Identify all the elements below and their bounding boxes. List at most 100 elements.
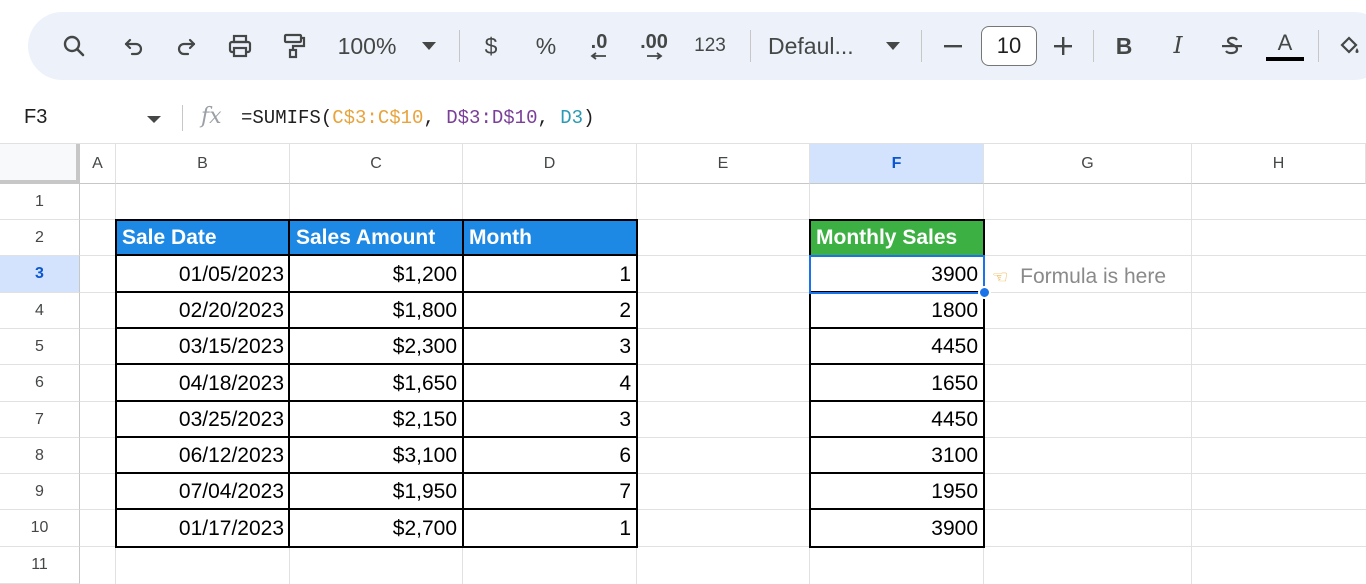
cell-monthly-sales[interactable]: 1800 [810, 293, 984, 329]
cell-sales-amount[interactable]: $1,200 [290, 256, 463, 293]
formula-separator: , [537, 107, 561, 129]
cell-monthly-sales[interactable]: 3100 [810, 438, 984, 474]
row-header[interactable]: 8 [0, 438, 80, 474]
cell-sales-amount[interactable]: $1,950 [290, 474, 463, 510]
formula-arg-criterion: D3 [560, 107, 584, 129]
cell-month[interactable]: 4 [463, 365, 637, 402]
font-size-input[interactable]: 10 [981, 26, 1037, 66]
header-sales-amount[interactable]: Sales Amount [290, 220, 463, 256]
select-all-corner[interactable] [0, 144, 80, 184]
cell-sales-amount[interactable]: $1,650 [290, 365, 463, 402]
row-header[interactable]: 7 [0, 402, 80, 438]
search-icon[interactable] [56, 12, 92, 80]
formula-input[interactable]: =SUMIFS(C$3:C$10, D$3:D$10, D3) [241, 107, 595, 129]
zoom-select[interactable]: 100% [332, 12, 402, 80]
currency-label: $ [484, 32, 498, 59]
table-divider [115, 400, 638, 402]
cell-month[interactable]: 1 [463, 510, 637, 547]
percent-button[interactable]: % [532, 12, 560, 80]
cell-sale-date[interactable]: 01/17/2023 [116, 510, 290, 547]
column-header-c[interactable]: C [290, 144, 463, 184]
column-header-a[interactable]: A [80, 144, 116, 184]
name-box[interactable]: F3 [24, 106, 47, 129]
font-select[interactable]: Defaul... [768, 12, 864, 80]
italic-button[interactable]: I [1164, 12, 1192, 80]
cell-monthly-sales[interactable]: 3900 [810, 510, 984, 547]
row-header[interactable]: 6 [0, 365, 80, 402]
column-header-f[interactable]: F [810, 144, 984, 184]
text-color-button[interactable]: A [1266, 12, 1304, 80]
cell-sale-date[interactable]: 02/20/2023 [116, 293, 290, 329]
table-divider [809, 363, 985, 365]
decrease-decimal-button[interactable]: .0 [582, 12, 616, 80]
fill-color-icon[interactable] [1334, 12, 1364, 80]
cell-monthly-sales[interactable]: 4450 [810, 329, 984, 365]
cell-sale-date[interactable]: 03/25/2023 [116, 402, 290, 438]
formula-separator: , [423, 107, 447, 129]
number-format-button[interactable]: 123 [690, 12, 730, 80]
row-header[interactable]: 2 [0, 220, 80, 256]
column-header-b[interactable]: B [116, 144, 290, 184]
cell-sales-amount[interactable]: $2,300 [290, 329, 463, 365]
chevron-down-icon[interactable] [418, 12, 440, 80]
table-divider [115, 508, 638, 510]
arrow-right-icon [647, 52, 663, 60]
row-header[interactable]: 11 [0, 547, 80, 584]
undo-icon[interactable] [116, 12, 152, 80]
cell-month[interactable]: 1 [463, 256, 637, 293]
plus-icon[interactable] [1048, 12, 1078, 80]
row-header[interactable]: 5 [0, 329, 80, 365]
cell-monthly-sales[interactable]: 1950 [810, 474, 984, 510]
fill-handle[interactable] [978, 286, 991, 299]
minus-icon[interactable] [938, 12, 968, 80]
cell-sale-date[interactable]: 03/15/2023 [116, 329, 290, 365]
chevron-down-icon[interactable] [882, 12, 904, 80]
paint-format-icon[interactable] [276, 12, 312, 80]
bold-label: B [1115, 32, 1133, 59]
cell-monthly-sales[interactable]: 1650 [810, 365, 984, 402]
cell-sale-date[interactable]: 07/04/2023 [116, 474, 290, 510]
table-divider [809, 291, 985, 293]
row-header[interactable]: 9 [0, 474, 80, 510]
table-divider [809, 327, 985, 329]
chevron-down-icon[interactable] [147, 116, 161, 123]
redo-icon[interactable] [168, 12, 204, 80]
header-sale-date[interactable]: Sale Date [116, 220, 290, 256]
cell-month[interactable]: 2 [463, 293, 637, 329]
column-header-d[interactable]: D [463, 144, 637, 184]
cell-month[interactable]: 7 [463, 474, 637, 510]
table-divider [115, 291, 638, 293]
cell-month[interactable]: 3 [463, 402, 637, 438]
cell-sale-date[interactable]: 04/18/2023 [116, 365, 290, 402]
row-header[interactable]: 10 [0, 510, 80, 547]
cell-sales-amount[interactable]: $2,150 [290, 402, 463, 438]
cell-sales-amount[interactable]: $3,100 [290, 438, 463, 474]
column-header-h[interactable]: H [1192, 144, 1366, 184]
row-header[interactable]: 3 [0, 256, 80, 293]
row-header[interactable]: 1 [0, 184, 80, 220]
strikethrough-icon[interactable] [1216, 12, 1248, 80]
spreadsheet-grid: A B C D E F G H 1 2 3 4 5 6 7 8 9 10 11 … [0, 144, 1366, 584]
note-text: Formula is here [1020, 265, 1167, 288]
table-divider [809, 400, 985, 402]
header-monthly-sales[interactable]: Monthly Sales [810, 220, 984, 256]
bold-button[interactable]: B [1110, 12, 1138, 80]
cell-month[interactable]: 3 [463, 329, 637, 365]
increase-decimal-label: .00 [640, 31, 668, 53]
column-header-g[interactable]: G [984, 144, 1192, 184]
row-header[interactable]: 4 [0, 293, 80, 329]
currency-button[interactable]: $ [478, 12, 504, 80]
column-header-e[interactable]: E [637, 144, 810, 184]
print-icon[interactable] [222, 12, 258, 80]
cell-sales-amount[interactable]: $1,800 [290, 293, 463, 329]
increase-decimal-button[interactable]: .00 [634, 12, 674, 80]
cell-monthly-sales[interactable]: 4450 [810, 402, 984, 438]
cell-sale-date[interactable]: 06/12/2023 [116, 438, 290, 474]
header-month[interactable]: Month [463, 220, 637, 256]
table-divider [115, 472, 638, 474]
cell-monthly-sales[interactable]: 3900 [810, 256, 984, 293]
table-divider [288, 219, 290, 548]
cell-sales-amount[interactable]: $2,700 [290, 510, 463, 547]
cell-sale-date[interactable]: 01/05/2023 [116, 256, 290, 293]
cell-month[interactable]: 6 [463, 438, 637, 474]
